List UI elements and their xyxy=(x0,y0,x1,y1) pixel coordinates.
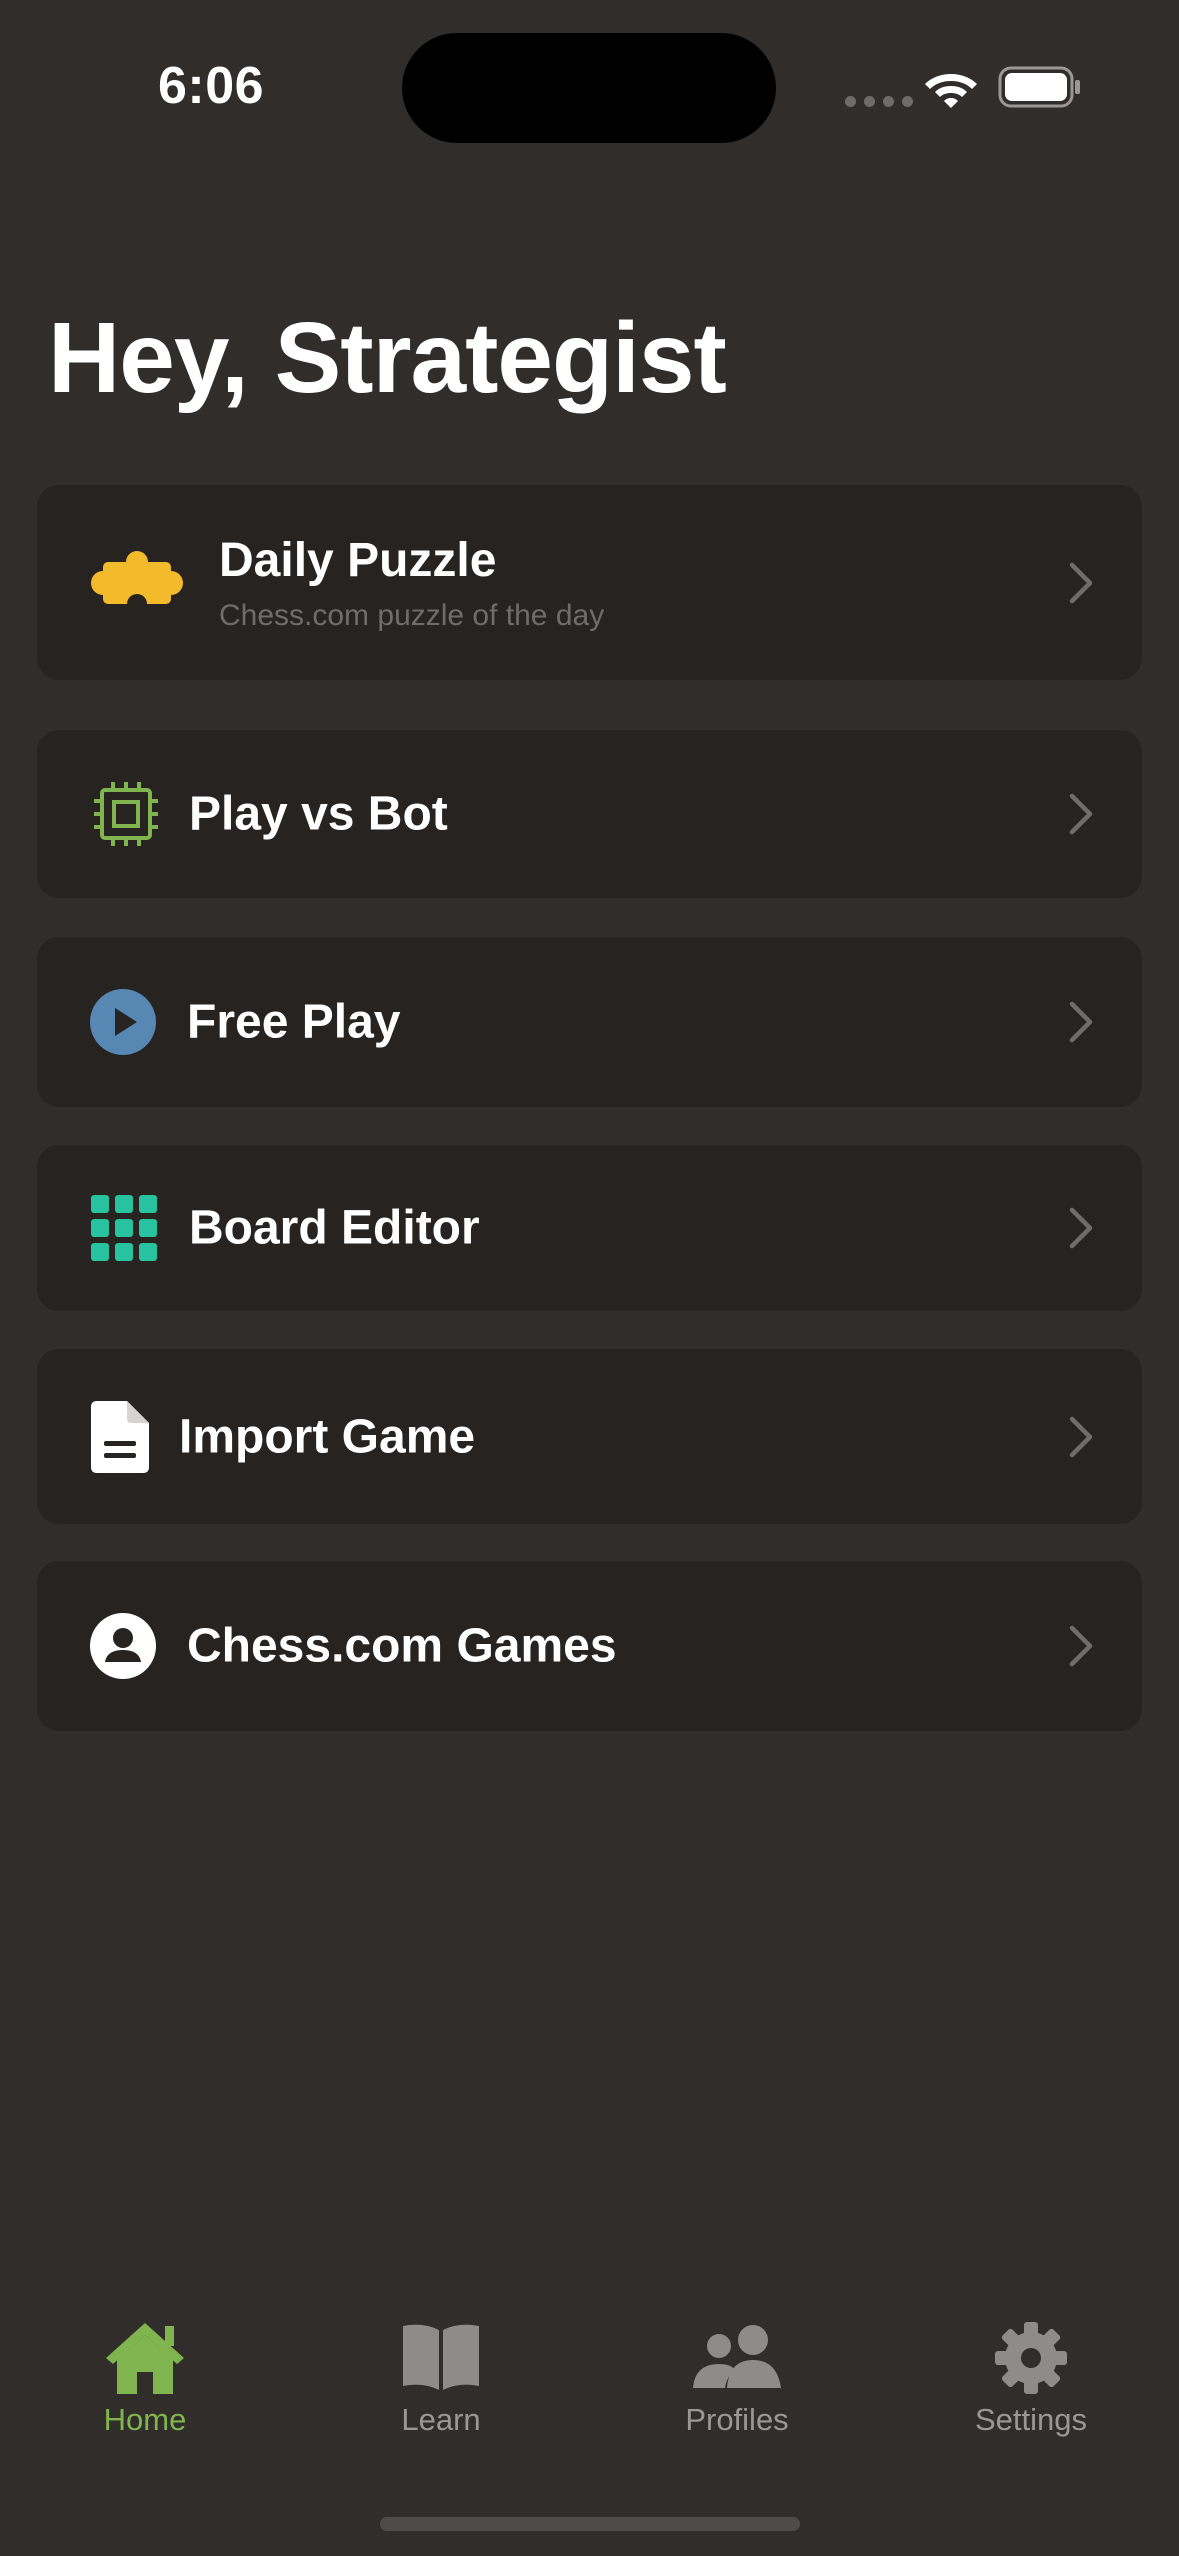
grid-icon xyxy=(91,1195,157,1261)
chevron-right-icon xyxy=(1069,562,1093,603)
tab-home[interactable]: Home xyxy=(45,2320,245,2438)
play-circle-icon xyxy=(90,989,156,1055)
tab-profiles[interactable]: Profiles xyxy=(637,2320,837,2438)
tab-home-label: Home xyxy=(103,2402,187,2437)
wifi-icon xyxy=(925,74,977,108)
person-circle-icon xyxy=(90,1613,156,1679)
chevron-right-icon xyxy=(1069,1625,1093,1667)
play-vs-bot-label: Play vs Bot xyxy=(189,787,448,841)
tab-learn[interactable]: Learn xyxy=(341,2320,541,2438)
tab-profiles-label: Profiles xyxy=(685,2402,789,2437)
dynamic-island xyxy=(402,33,776,143)
chevron-right-icon xyxy=(1069,1001,1093,1043)
free-play-label: Free Play xyxy=(187,995,401,1049)
tab-settings[interactable]: Settings xyxy=(931,2320,1131,2438)
house-icon xyxy=(106,2323,184,2394)
chevron-right-icon xyxy=(1069,1207,1093,1249)
page-title: Hey, Strategist xyxy=(48,302,727,414)
home-indicator[interactable] xyxy=(380,2517,800,2531)
tab-settings-label: Settings xyxy=(974,2402,1087,2437)
daily-puzzle-button[interactable]: Daily Puzzle Chess.com puzzle of the day xyxy=(37,485,1142,680)
import-game-button[interactable]: Import Game xyxy=(37,1349,1142,1524)
document-icon xyxy=(91,1400,149,1473)
people-icon xyxy=(693,2325,781,2388)
chesscom-games-button[interactable]: Chess.com Games xyxy=(37,1561,1142,1731)
daily-puzzle-subtitle: Chess.com puzzle of the day xyxy=(219,599,605,633)
chevron-right-icon xyxy=(1069,1416,1093,1457)
battery-icon xyxy=(998,66,1080,108)
cpu-chip-icon xyxy=(94,782,158,846)
chesscom-games-label: Chess.com Games xyxy=(187,1619,617,1673)
play-vs-bot-button[interactable]: Play vs Bot xyxy=(37,730,1142,898)
free-play-button[interactable]: Free Play xyxy=(37,937,1142,1107)
book-icon xyxy=(403,2324,479,2390)
board-editor-button[interactable]: Board Editor xyxy=(37,1145,1142,1311)
gear-icon xyxy=(995,2322,1067,2394)
daily-puzzle-label: Daily Puzzle xyxy=(219,533,497,587)
cellular-signal-icon xyxy=(845,96,913,107)
status-time: 6:06 xyxy=(158,57,265,115)
chevron-right-icon xyxy=(1069,793,1093,835)
import-game-label: Import Game xyxy=(179,1410,476,1463)
puzzle-piece-icon xyxy=(91,550,183,614)
tab-learn-label: Learn xyxy=(401,2402,481,2437)
board-editor-label: Board Editor xyxy=(189,1201,480,1255)
